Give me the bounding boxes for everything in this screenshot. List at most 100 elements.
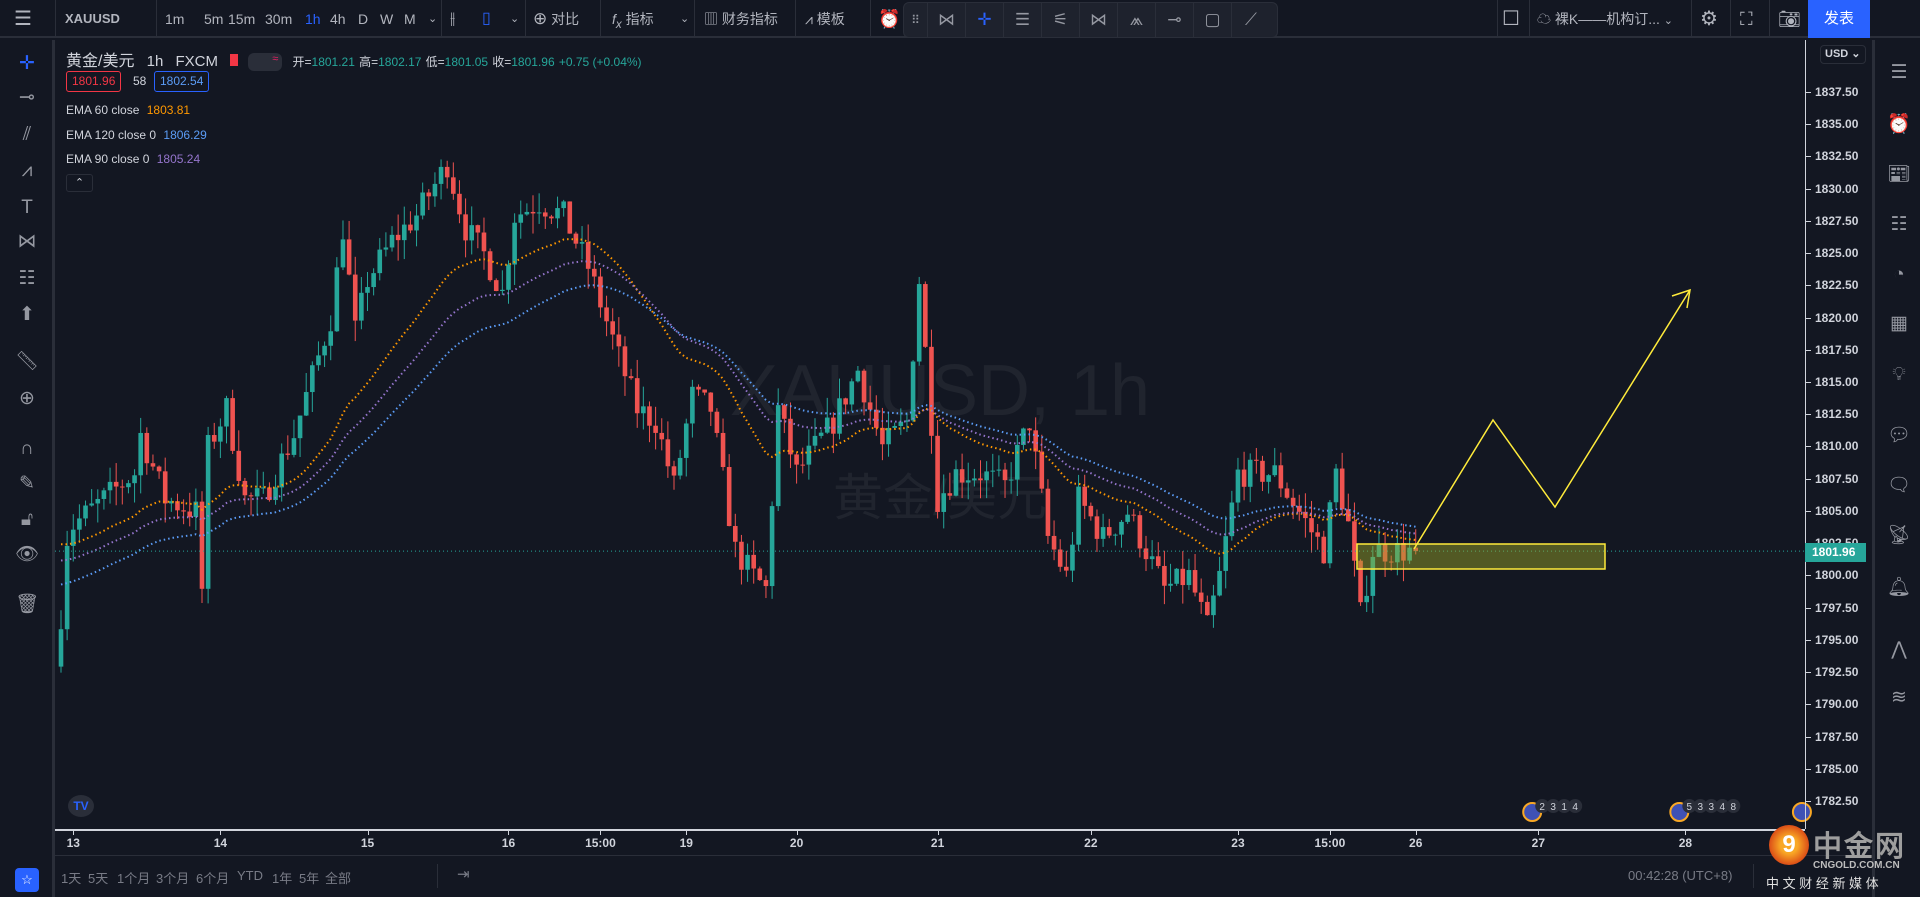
ema120-legend[interactable]: EMA 120 close 0 1806.29 bbox=[66, 128, 207, 142]
price-chart[interactable]: 231453348 bbox=[0, 0, 1920, 897]
candle-body bbox=[218, 426, 223, 442]
price-tick-label: 1815.00 bbox=[1805, 375, 1859, 390]
candle-body bbox=[1064, 566, 1069, 571]
candle-body bbox=[720, 432, 726, 468]
bottom-toolbar: 1天 5天 1个月 3个月 6个月 YTD 1年 5年 全部 ⇥ 00:42:28 (UTC+8… bbox=[55, 855, 1869, 897]
candle-body bbox=[352, 274, 358, 321]
candle-body bbox=[542, 212, 548, 217]
time-tick-label: 15:00 bbox=[1314, 836, 1346, 850]
candle-body bbox=[1082, 486, 1088, 506]
candle-body bbox=[1333, 468, 1339, 503]
candle-body bbox=[58, 629, 64, 667]
candle-body bbox=[285, 453, 291, 455]
logo-name: 中金网 bbox=[1813, 831, 1907, 863]
time-tick-mark bbox=[937, 831, 939, 835]
candle-body bbox=[849, 381, 855, 405]
candle-body bbox=[959, 469, 965, 483]
buy-price-button[interactable]: 1802.54 bbox=[154, 71, 210, 92]
range-button[interactable]: 1天 bbox=[61, 868, 81, 887]
candle-body bbox=[1217, 570, 1222, 596]
range-button[interactable]: 6个月 bbox=[196, 868, 229, 887]
candle-body bbox=[622, 346, 628, 377]
price-tick-label: 1782.50 bbox=[1805, 793, 1859, 808]
price-tick-label: 1822.50 bbox=[1805, 278, 1859, 293]
collapse-legend-button[interactable]: ⌃ bbox=[66, 174, 93, 192]
price-axis[interactable]: USD ⌄ 1837.50 1835.00 1832.50 1830.00 1827.5… bbox=[1805, 40, 1869, 829]
candle-body bbox=[1027, 428, 1032, 431]
price-tick-label: 1825.00 bbox=[1805, 246, 1859, 261]
time-tick-mark bbox=[220, 831, 222, 835]
tradingview-logo-icon[interactable]: TV bbox=[68, 795, 94, 817]
candle-body bbox=[1051, 535, 1057, 550]
goto-date-icon[interactable]: ⇥ bbox=[457, 865, 470, 883]
range-button[interactable]: 3个月 bbox=[156, 868, 189, 887]
candle-body bbox=[77, 518, 82, 530]
price-tick-label: 1787.50 bbox=[1805, 729, 1859, 744]
candle-body bbox=[322, 345, 327, 356]
candle-body bbox=[1137, 515, 1143, 549]
time-tick-label: 27 bbox=[1531, 836, 1546, 850]
candle-body bbox=[132, 475, 137, 484]
ema90-legend[interactable]: EMA 90 close 0 1805.24 bbox=[66, 152, 200, 166]
range-button[interactable]: 1年 bbox=[272, 868, 292, 887]
candle-body bbox=[867, 402, 873, 410]
candle-body bbox=[371, 273, 376, 288]
currency-select[interactable]: USD ⌄ bbox=[1820, 45, 1866, 64]
candle-body bbox=[254, 488, 260, 497]
time-axis[interactable]: 13 14 15 16 15:00 19 20 21 22 23 15:00 26 27 28 bbox=[55, 829, 1805, 854]
legend-interval: 1h bbox=[146, 53, 164, 70]
candle-body bbox=[395, 234, 401, 241]
candle-body bbox=[150, 463, 156, 467]
range-button[interactable]: 5天 bbox=[88, 868, 108, 887]
candle-body bbox=[775, 405, 781, 507]
candle-body bbox=[616, 334, 622, 347]
candle-body bbox=[953, 469, 959, 496]
range-button[interactable]: 1个月 bbox=[117, 868, 150, 887]
current-price-label: 1801.96 bbox=[1805, 543, 1866, 562]
candle-body bbox=[604, 307, 609, 322]
candle-body bbox=[739, 541, 744, 570]
time-tick-mark bbox=[600, 831, 602, 835]
candle-body bbox=[89, 503, 94, 506]
range-button[interactable]: 全部 bbox=[325, 868, 351, 887]
candle-body bbox=[751, 554, 756, 569]
candle-body bbox=[1168, 583, 1173, 586]
candle-body bbox=[659, 432, 665, 440]
candle-body bbox=[880, 427, 885, 445]
candle-body bbox=[181, 510, 186, 512]
clock[interactable]: 00:42:28 (UTC+8) bbox=[1628, 868, 1732, 883]
candle-body bbox=[199, 501, 205, 589]
candle-body bbox=[1113, 534, 1118, 536]
candle-body bbox=[818, 432, 824, 436]
candle-body bbox=[95, 498, 101, 504]
candle-body bbox=[383, 247, 389, 250]
range-button[interactable]: YTD bbox=[237, 868, 263, 883]
candle-body bbox=[475, 225, 481, 233]
time-tick-label: 22 bbox=[1084, 836, 1098, 850]
event-count-label: 8 bbox=[1731, 802, 1737, 813]
close-value: 1801.96 bbox=[511, 55, 555, 69]
high-value: 1802.17 bbox=[378, 55, 422, 69]
candle-body bbox=[1180, 568, 1186, 586]
candle-body bbox=[401, 224, 407, 241]
candle-body bbox=[683, 423, 689, 458]
ema120-line bbox=[60, 284, 1416, 586]
range-button[interactable]: 5年 bbox=[299, 868, 319, 887]
candle-body bbox=[763, 580, 769, 587]
time-tick-mark bbox=[796, 831, 798, 835]
candle-body bbox=[1364, 595, 1369, 603]
candle-body bbox=[500, 289, 505, 292]
price-tick-label: 1820.00 bbox=[1805, 310, 1859, 325]
ema60-legend[interactable]: EMA 60 close 1803.81 bbox=[66, 103, 190, 117]
candle-body bbox=[1315, 532, 1320, 537]
candle-body bbox=[101, 490, 107, 499]
market-status-icon[interactable]: ≈ bbox=[248, 53, 283, 72]
candle-body bbox=[359, 292, 364, 321]
candle-body bbox=[1260, 460, 1265, 482]
legend-header: 黄金/美元 1h FXCM ≈ 开=1801.21 高=1802.17 低=18… bbox=[66, 53, 642, 72]
candle-body bbox=[965, 480, 971, 483]
candle-body bbox=[1309, 518, 1314, 533]
price-tick-label: 1795.00 bbox=[1805, 632, 1859, 647]
price-tick-label: 1837.50 bbox=[1805, 85, 1859, 99]
sell-price-button[interactable]: 1801.96 bbox=[66, 71, 122, 92]
